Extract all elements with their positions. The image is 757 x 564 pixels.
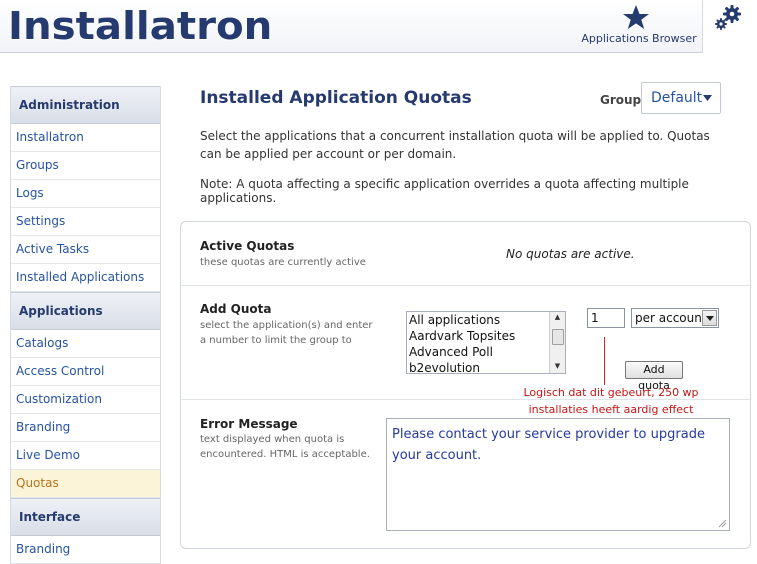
error-message-textarea[interactable]: Please contact your service provider to … — [386, 418, 730, 531]
list-item[interactable]: b2evolution — [407, 360, 565, 373]
list-item[interactable]: All applications — [407, 312, 565, 328]
error-message-title: Error Message — [200, 417, 298, 431]
annotation-line — [604, 337, 605, 385]
scrollbar-thumb[interactable] — [552, 329, 564, 345]
applications-browser-label: Applications Browser — [581, 32, 697, 45]
per-scope-value: per account — [635, 311, 707, 325]
annotation-line-2: installaties heeft aardig effect — [528, 403, 694, 416]
scroll-up-icon[interactable]: ▲ — [552, 313, 563, 323]
per-scope-select[interactable]: per account — [631, 308, 719, 328]
sidebar-section-applications: Applications — [11, 292, 160, 330]
error-message-subtitle: text displayed when quota is encountered… — [200, 434, 370, 460]
sidebar-item-branding[interactable]: Branding — [11, 414, 160, 442]
quota-number-input[interactable] — [587, 308, 625, 328]
sidebar-item-logs[interactable]: Logs — [11, 180, 160, 208]
page-title: Installed Application Quotas — [200, 88, 472, 108]
sidebar-section-administration: Administration — [11, 86, 160, 124]
sidebar-item-groups[interactable]: Groups — [11, 152, 160, 180]
star-icon — [623, 5, 649, 29]
section-divider — [181, 285, 750, 286]
active-quotas-title: Active Quotas — [200, 239, 295, 253]
sidebar-item-installatron[interactable]: Installatron — [11, 124, 160, 152]
active-quotas-subtitle: these quotas are currently active — [200, 257, 366, 268]
group-select-value: Default — [651, 90, 703, 106]
sidebar-item-customization[interactable]: Customization — [11, 386, 160, 414]
list-item[interactable]: Advanced Poll — [407, 344, 565, 360]
sidebar-nav: Administration Installatron Groups Logs … — [10, 86, 161, 564]
sidebar-item-access-control[interactable]: Access Control — [11, 358, 160, 386]
gears-icon — [715, 5, 741, 30]
scroll-down-icon[interactable]: ▼ — [552, 362, 563, 372]
group-label: Group: — [600, 93, 646, 107]
sidebar-item-settings[interactable]: Settings — [11, 208, 160, 236]
section-divider — [181, 399, 750, 400]
page-description: Select the applications that a concurren… — [200, 129, 710, 161]
resize-grip-icon[interactable] — [717, 518, 727, 528]
sidebar-section-interface: Interface — [11, 498, 160, 536]
caret-down-icon — [703, 95, 712, 101]
applications-listbox[interactable]: All applications Aardvark Topsites Advan… — [406, 311, 566, 374]
red-annotation: Logisch dat dit gebeurt, 250 wp installa… — [466, 384, 756, 418]
add-quota-subtitle: select the application(s) and enter a nu… — [200, 320, 373, 346]
quota-panel: Active Quotas these quotas are currently… — [180, 221, 751, 549]
sidebar-item-installed-applications[interactable]: Installed Applications — [11, 264, 160, 292]
sidebar-item-active-tasks[interactable]: Active Tasks — [11, 236, 160, 264]
no-quotas-text: No quotas are active. — [506, 247, 635, 261]
group-select[interactable]: Default — [641, 82, 721, 114]
settings-button[interactable] — [702, 0, 757, 53]
list-item[interactable]: Aardvark Topsites — [407, 328, 565, 344]
top-header: Installatron Applications Browser — [0, 0, 757, 53]
page-note: Note: A quota affecting a specific appli… — [200, 177, 689, 205]
error-message-text: Please contact your service provider to … — [392, 427, 705, 463]
dropdown-arrow-icon[interactable] — [702, 310, 717, 326]
sidebar-item-live-demo[interactable]: Live Demo — [11, 442, 160, 470]
add-quota-button[interactable]: Add quota — [625, 361, 683, 392]
sidebar-item-catalogs[interactable]: Catalogs — [11, 330, 160, 358]
sidebar-item-interface-branding[interactable]: Branding — [11, 536, 160, 564]
sidebar-item-quotas[interactable]: Quotas — [11, 470, 160, 498]
applications-browser-button[interactable]: Applications Browser — [578, 0, 700, 52]
listbox-scrollbar[interactable]: ▲ ▼ — [549, 312, 565, 373]
installatron-logo[interactable]: Installatron — [8, 4, 272, 48]
add-quota-title: Add Quota — [200, 302, 272, 316]
